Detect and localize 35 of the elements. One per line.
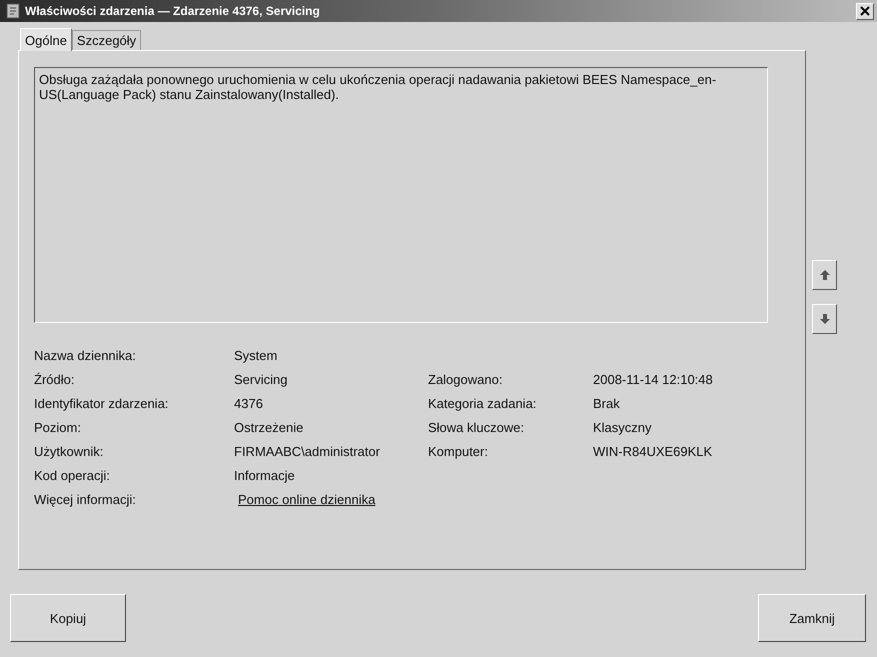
field-value: Ostrzeżenie (234, 420, 304, 434)
field-label: Identyfikator zdarzenia: (34, 396, 170, 410)
field-label: Słowa kluczowe: (428, 420, 526, 434)
field-value: Klasyczny (593, 420, 653, 434)
dialog-button[interactable]: Kopiuj (10, 594, 126, 642)
down-arrow-icon (818, 313, 830, 325)
document-icon (6, 3, 20, 19)
field-value: Brak (593, 396, 621, 410)
tab[interactable]: Szczegóły (72, 30, 142, 50)
field-label: Zalogowano: (428, 372, 504, 386)
field-label: Nazwa dziennika: (34, 348, 137, 362)
field-label: Kategoria zadania: (428, 396, 538, 410)
up-arrow-icon (818, 269, 830, 281)
field-value: 4376 (234, 396, 264, 410)
field-label: Poziom: (34, 420, 82, 434)
close-icon (860, 6, 870, 16)
field-label: Więcej informacji: (34, 492, 137, 506)
tab[interactable]: Ogólne (20, 28, 72, 51)
help-link[interactable]: Pomoc online dziennika (234, 492, 376, 506)
description-box: Obsługa zażądała ponownego uruchomienia w celu ukończenia operacji nadawania pakietowi BEES Namespace_en-US(Language Pack) stanu Zainstalowany(Installed). (34, 67, 768, 323)
field-value: 2008-11-14 12:10:48 (593, 372, 714, 386)
field-value: FIRMAABC\administrator (234, 444, 381, 458)
dialog-button[interactable]: Zamknij (758, 594, 866, 642)
field-value: Servicing (234, 372, 288, 386)
field-value: Informacje (234, 468, 296, 482)
next-button[interactable] (812, 304, 837, 334)
field-value: System (234, 348, 278, 362)
window-title: Właściwości zdarzenia — Zdarzenie 4376, Servicing (25, 4, 320, 18)
field-value: WIN-R84UXE69KLK (593, 444, 714, 458)
field-label: Źródło: (34, 372, 76, 386)
field-label: Kod operacji: (34, 468, 111, 482)
field-label: Komputer: (428, 444, 489, 458)
close-button[interactable] (856, 2, 874, 20)
previous-button[interactable] (812, 260, 837, 290)
field-label: Użytkownik: (34, 444, 104, 458)
